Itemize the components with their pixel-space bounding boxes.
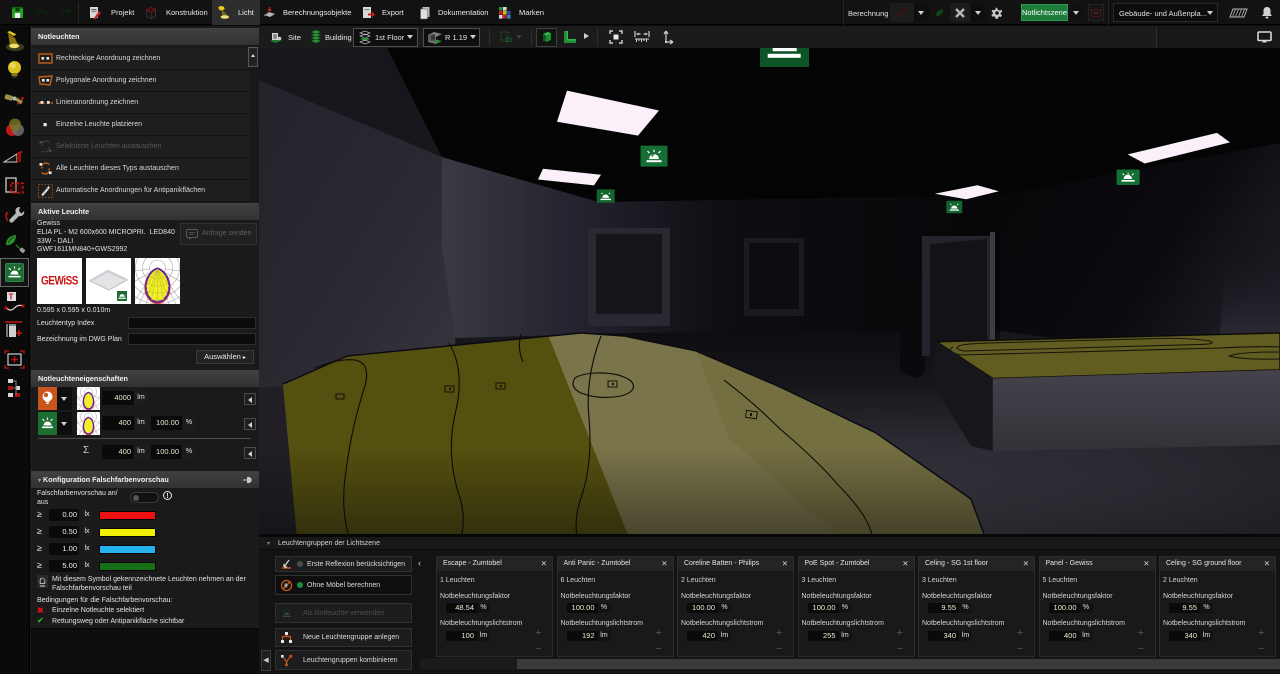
svg-text:T: T <box>9 293 14 302</box>
